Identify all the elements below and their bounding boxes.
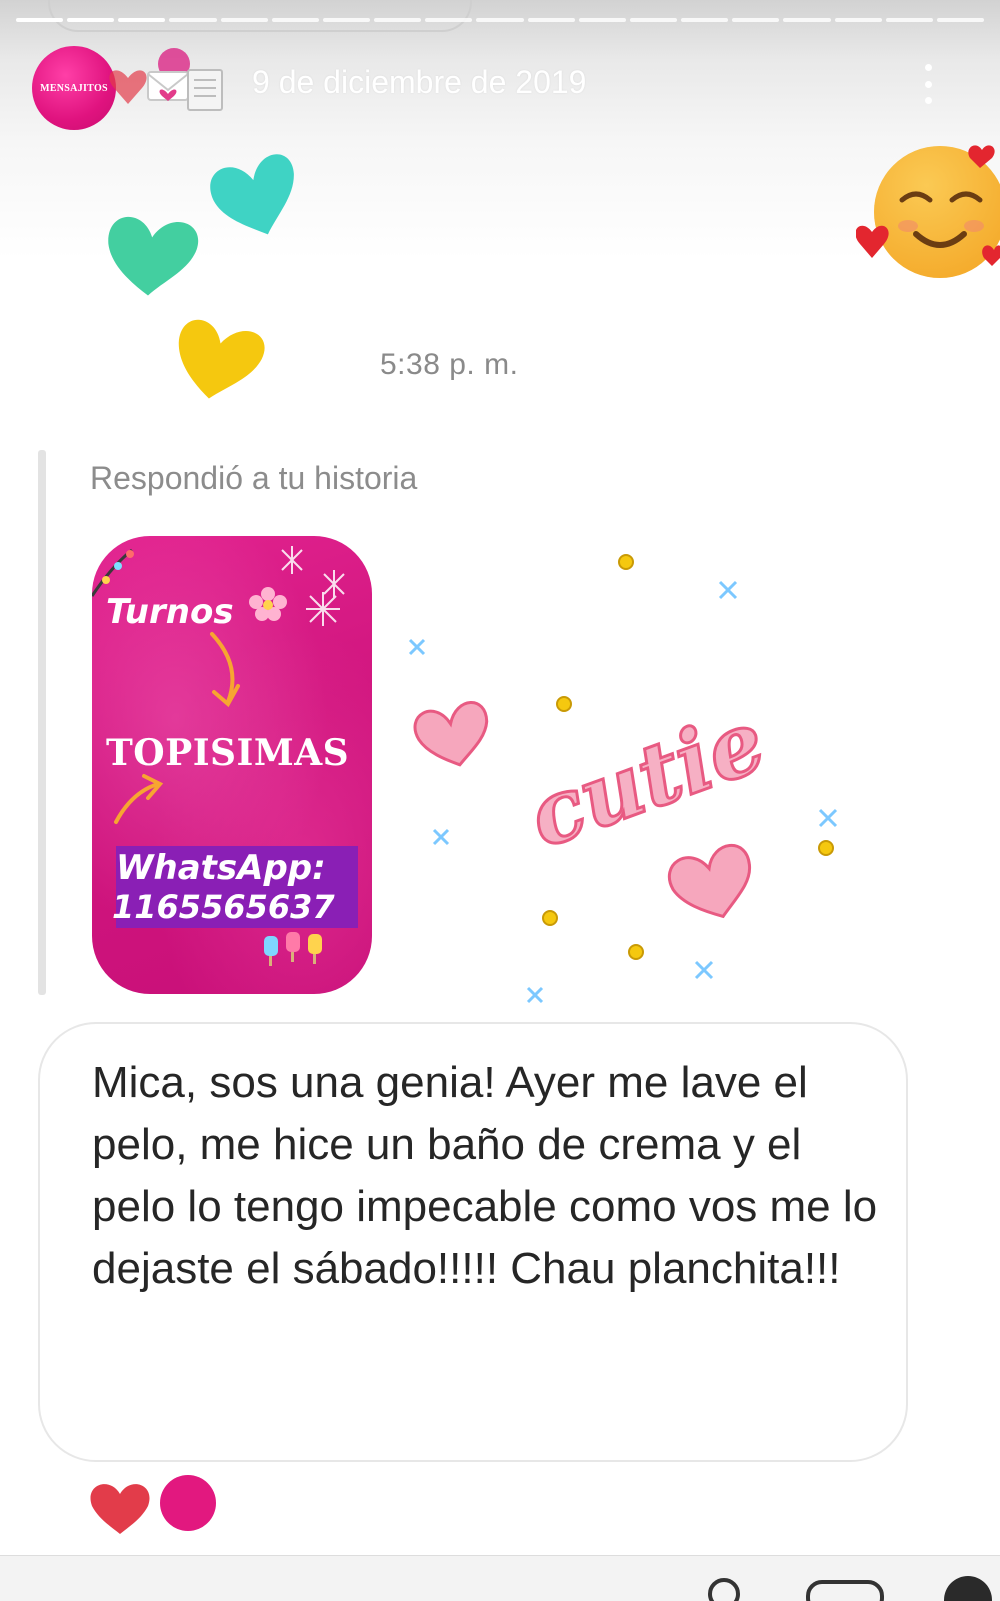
story-progress-bar xyxy=(16,18,984,22)
popsicle-icon xyxy=(264,932,322,966)
profile-icon[interactable] xyxy=(944,1576,992,1601)
progress-segment xyxy=(885,18,933,22)
story-turnos-text: Turnos xyxy=(106,592,234,632)
smiling-face-with-hearts-icon xyxy=(856,145,1000,278)
reply-indicator-bar xyxy=(38,450,46,995)
pink-heart-icon xyxy=(413,701,489,767)
cutie-sticker: cutie xyxy=(408,554,838,1004)
progress-segment xyxy=(783,18,831,22)
string-lights-icon xyxy=(92,548,133,597)
account-avatar[interactable]: MENSAJITOS xyxy=(32,46,116,130)
teal-heart-icon xyxy=(210,154,294,235)
progress-segment xyxy=(322,18,371,22)
story-date: 9 de diciembre de 2019 xyxy=(252,64,587,100)
story-brand-text: TOPISIMAS xyxy=(106,732,350,774)
heart-reaction-icon xyxy=(90,1484,150,1534)
header-stickers xyxy=(109,48,223,111)
progress-segment xyxy=(936,18,984,22)
more-vertical-icon-dot xyxy=(924,97,932,104)
snowflake-icon xyxy=(281,546,345,626)
notepad-icon xyxy=(187,69,223,111)
pink-heart-icon xyxy=(667,844,751,919)
progress-segment xyxy=(169,18,217,22)
progress-segment xyxy=(220,18,268,22)
message-text: Mica, sos una genia! Ayer me lave el pel… xyxy=(92,1058,878,1293)
camera-icon[interactable] xyxy=(708,1578,740,1601)
progress-segment xyxy=(118,18,166,22)
yellow-heart-icon xyxy=(178,319,265,399)
more-vertical-icon xyxy=(924,64,932,71)
mint-heart-icon xyxy=(108,216,199,296)
progress-segment xyxy=(374,18,422,22)
sticker-icon[interactable] xyxy=(806,1580,884,1601)
previous-message-bubble xyxy=(48,0,472,32)
progress-segment xyxy=(681,18,729,22)
reply-context-label: Respondió a tu historia xyxy=(90,460,418,496)
bottom-icons xyxy=(708,1576,992,1601)
progress-segment xyxy=(629,18,678,22)
story-whatsapp-label: WhatsApp: xyxy=(116,848,326,888)
progress-segment xyxy=(67,18,115,22)
progress-segment xyxy=(425,18,473,22)
progress-segment xyxy=(527,18,575,22)
message-time: 5:38 p. m. xyxy=(380,348,519,381)
replied-story-thumbnail[interactable]: Turnos TOPISIMAS WhatsApp: 1165565637 xyxy=(92,536,372,994)
progress-segment xyxy=(732,18,780,22)
bottom-toolbar xyxy=(0,1555,1000,1601)
colored-hearts-sticker xyxy=(108,154,294,399)
envelope-heart-icon xyxy=(147,71,189,101)
heart-icon xyxy=(109,70,147,104)
more-options-button[interactable] xyxy=(920,64,936,104)
arrow-icon xyxy=(114,632,240,824)
progress-segment xyxy=(16,18,64,22)
more-vertical-icon-dot xyxy=(924,80,932,88)
progress-segment xyxy=(271,18,319,22)
message-bubble[interactable]: Mica, sos una genia! Ayer me lave el pel… xyxy=(38,1022,908,1462)
reaction-user-avatar[interactable] xyxy=(160,1475,216,1531)
progress-segment xyxy=(834,18,882,22)
flower-icon xyxy=(249,587,287,621)
avatar-label: MENSAJITOS xyxy=(40,82,108,94)
cutie-sticker-text: cutie xyxy=(516,690,778,868)
progress-segment xyxy=(476,18,524,22)
progress-segment xyxy=(578,18,626,22)
story-whatsapp-number: 1165565637 xyxy=(112,888,335,926)
